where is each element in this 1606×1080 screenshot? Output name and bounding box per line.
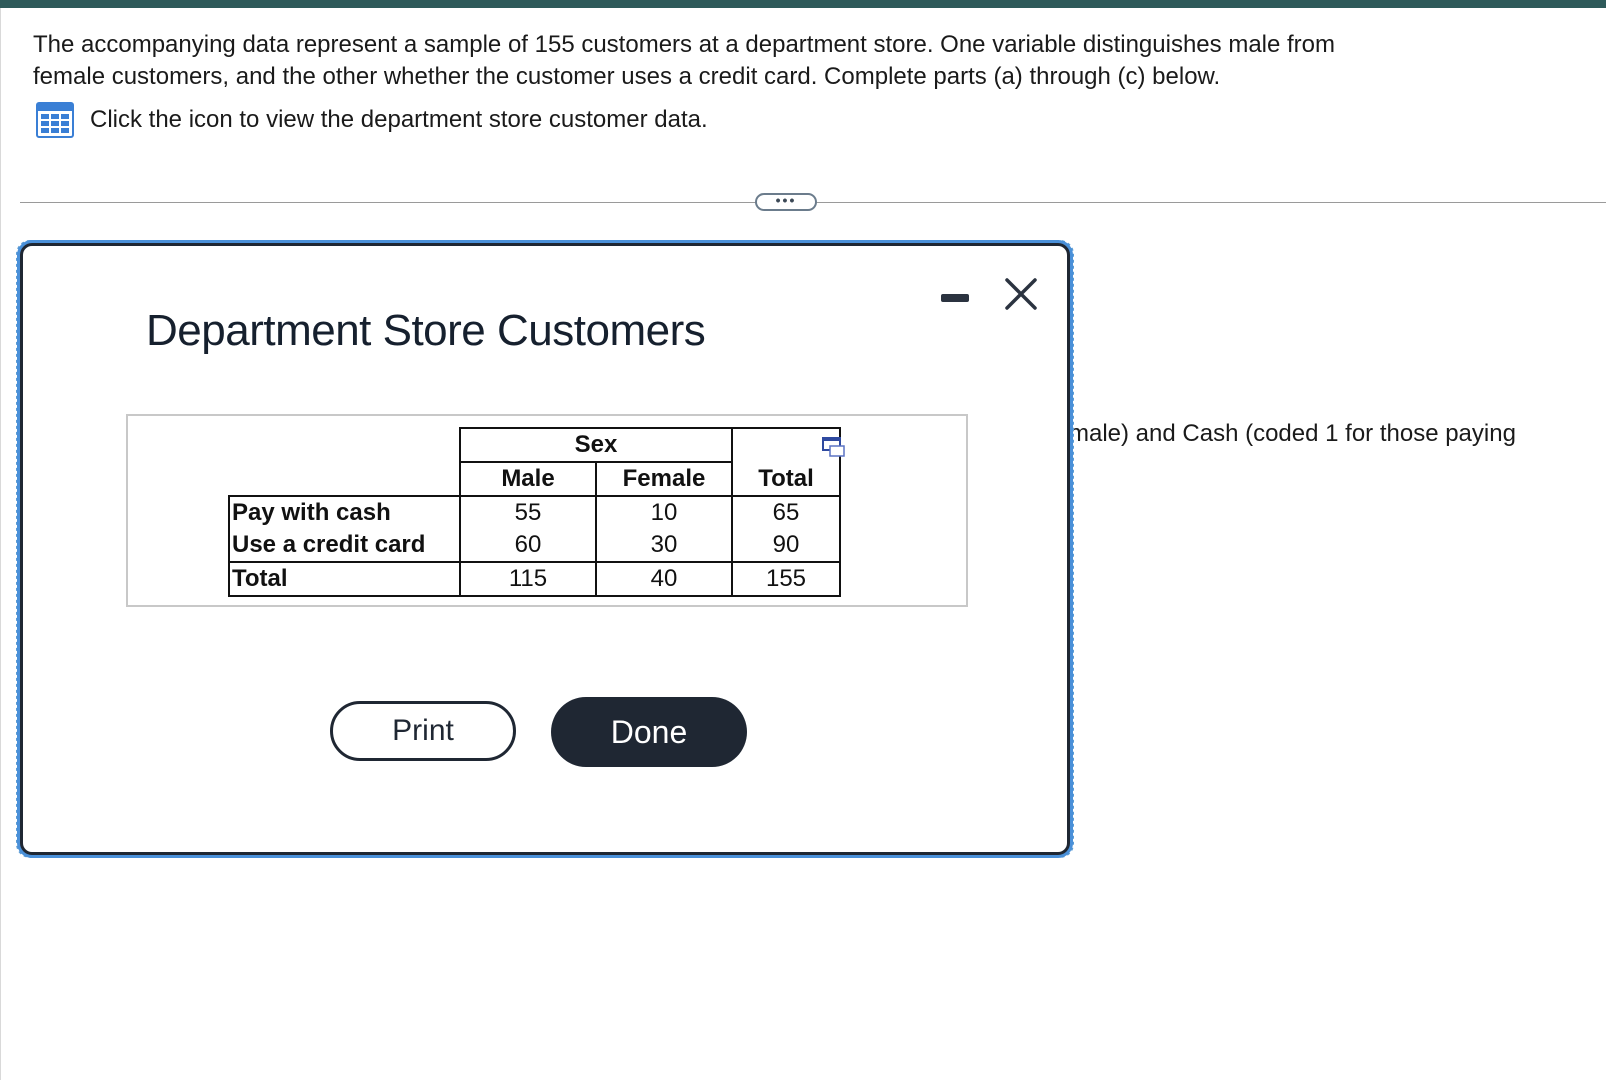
column-header-male: Male (459, 462, 597, 497)
left-border (0, 8, 1, 1080)
row-label-use-credit-card: Use a credit card (228, 529, 460, 563)
empty-corner-cell (229, 462, 460, 496)
table-row: Total 115 40 155 (228, 562, 841, 597)
data-dialog: Department Store Customers Sex Male Fema… (20, 243, 1070, 855)
table-panel: Sex Male Female Total Pay with cash 55 1… (126, 414, 968, 607)
minimize-icon (941, 294, 969, 302)
contingency-table: Sex Male Female Total Pay with cash 55 1… (228, 427, 841, 597)
view-data-link-text[interactable]: Click the icon to view the department st… (90, 104, 708, 136)
cell-credit-female: 30 (596, 529, 733, 563)
top-accent-bar (0, 0, 1606, 8)
cell-cash-female: 10 (596, 496, 733, 529)
question-prompt: The accompanying data represent a sample… (33, 29, 1473, 93)
done-button[interactable]: Done (551, 697, 747, 767)
table-row: Use a credit card 60 30 90 (228, 529, 841, 563)
prompt-line-1: The accompanying data represent a sample… (33, 31, 1336, 58)
cell-cash-male: 55 (459, 496, 597, 529)
sex-group-header: Sex (459, 427, 733, 463)
close-icon (1005, 278, 1037, 310)
print-button[interactable]: Print (330, 701, 516, 761)
row-label-total: Total (228, 562, 460, 597)
cell-total-male: 115 (459, 562, 597, 597)
table-row: Pay with cash 55 10 65 (228, 495, 841, 529)
minimize-button[interactable] (941, 290, 969, 304)
column-header-female: Female (596, 462, 733, 497)
cell-cash-total: 65 (732, 496, 841, 529)
prompt-line-2: female customers, and the other whether … (33, 63, 1221, 90)
cell-credit-male: 60 (459, 529, 597, 563)
close-button[interactable] (1003, 276, 1039, 312)
table-grid-icon[interactable] (36, 102, 74, 138)
cell-grand-total: 155 (732, 562, 841, 597)
column-header-total: Total (732, 462, 841, 497)
empty-corner-cell (229, 428, 460, 462)
view-data-link[interactable]: Click the icon to view the department st… (36, 102, 708, 138)
copy-table-icon[interactable] (821, 436, 847, 458)
cell-total-female: 40 (596, 562, 733, 597)
row-label-pay-with-cash: Pay with cash (228, 495, 460, 529)
cell-credit-total: 90 (732, 529, 841, 563)
expand-more-button[interactable]: ••• (755, 193, 817, 211)
dialog-title: Department Store Customers (146, 306, 706, 355)
background-question-text: male) and Cash (coded 1 for those paying (1069, 420, 1516, 447)
